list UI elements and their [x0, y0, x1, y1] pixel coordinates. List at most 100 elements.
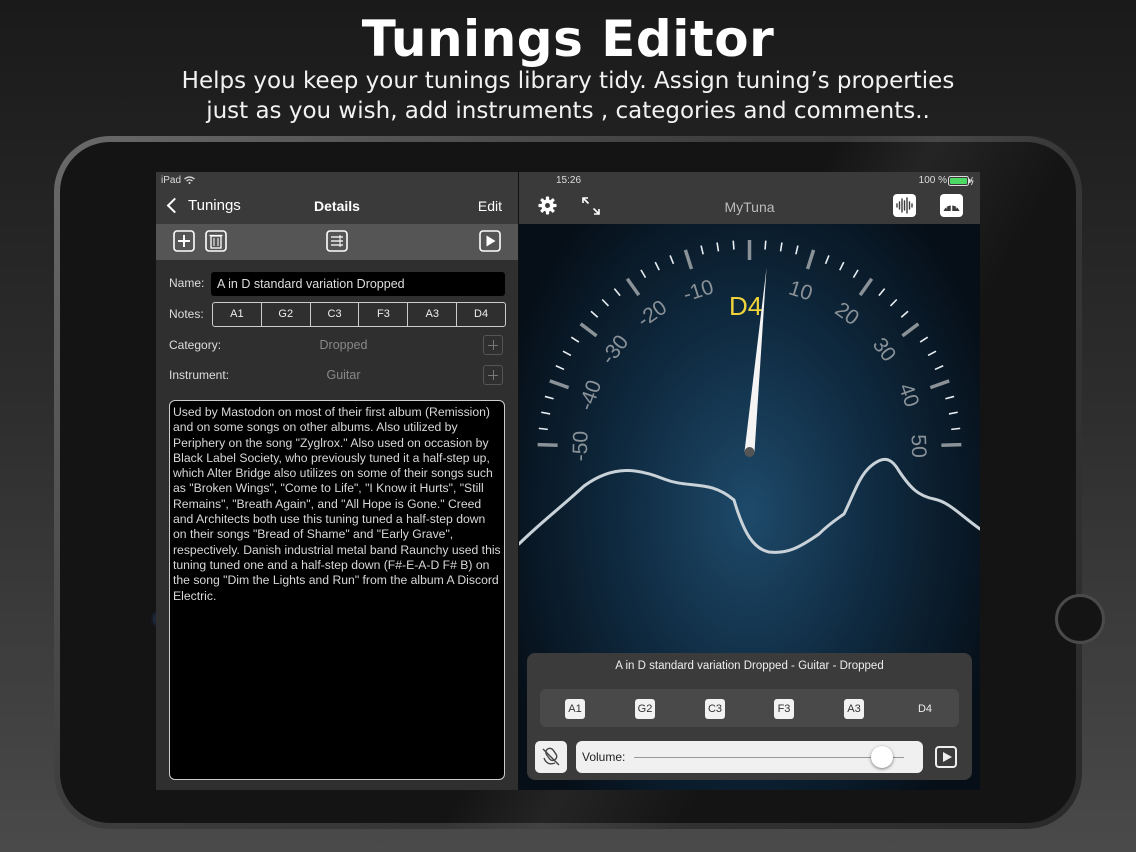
- minor-tick: [919, 336, 929, 343]
- play-tone-icon[interactable]: [935, 746, 957, 768]
- note-button-c3[interactable]: C3: [705, 699, 725, 719]
- minor-tick: [669, 255, 675, 265]
- minor-tick: [555, 365, 565, 371]
- minor-tick: [900, 310, 909, 318]
- promo-subtitle-line-2: just as you wish, add instruments , cate…: [206, 98, 930, 124]
- scale-label: -30: [597, 331, 634, 369]
- minor-tick: [562, 350, 572, 357]
- notes-label: Notes:: [169, 307, 204, 321]
- instrument-value[interactable]: Guitar: [276, 368, 411, 382]
- microphone-icon[interactable]: [535, 741, 567, 773]
- note-segment-c3[interactable]: C3: [311, 303, 360, 326]
- note-button-a3[interactable]: A3: [844, 699, 864, 719]
- minor-tick: [795, 245, 799, 255]
- category-value[interactable]: Dropped: [276, 338, 411, 352]
- details-toolbar: [156, 224, 518, 260]
- trash-icon[interactable]: [205, 230, 227, 252]
- page-title: Details: [314, 198, 360, 214]
- minor-tick: [927, 350, 937, 357]
- instrument-label: Instrument:: [169, 368, 230, 382]
- battery-percentage: 100 %: [918, 175, 947, 186]
- tuning-details-pane: iPad Tunings Details Edit Name: A in D s…: [156, 172, 518, 790]
- major-tick: [579, 322, 598, 338]
- name-label: Name:: [169, 276, 205, 290]
- note-segment-a3[interactable]: A3: [408, 303, 458, 326]
- instrument-row: Instrument: Guitar: [156, 362, 518, 388]
- add-icon[interactable]: [173, 230, 195, 252]
- major-tick: [549, 379, 570, 390]
- add-instrument-icon[interactable]: [483, 365, 503, 385]
- status-bar-right: 15:26 100 %: [519, 172, 980, 190]
- note-button-g2[interactable]: G2: [635, 699, 655, 719]
- scale-label: 40: [894, 380, 924, 410]
- major-tick: [929, 379, 950, 390]
- status-time: 15:26: [556, 175, 582, 186]
- volume-slider-knob[interactable]: [871, 746, 894, 768]
- edit-button[interactable]: Edit: [478, 198, 502, 214]
- major-tick: [805, 249, 816, 270]
- note-segment-d4[interactable]: D4: [457, 303, 505, 326]
- device-label: iPad: [161, 175, 182, 186]
- name-field[interactable]: A in D standard variation Dropped: [211, 272, 505, 296]
- right-navigation-bar: MyTuna: [519, 190, 980, 224]
- minor-tick: [613, 288, 621, 297]
- tuner-gauge: -10-20-30-40-501020304050: [519, 240, 980, 554]
- note-segment-f3[interactable]: F3: [359, 303, 409, 326]
- minor-tick: [945, 395, 955, 400]
- tuning-notes-bar: A1 G2 C3 F3 A3 D4: [540, 689, 959, 727]
- note-segment-g2[interactable]: G2: [262, 303, 311, 326]
- minor-tick: [716, 242, 720, 252]
- status-bar-left: iPad: [156, 172, 518, 190]
- minor-tick: [779, 242, 783, 252]
- minor-tick: [824, 255, 830, 265]
- note-button-a1[interactable]: A1: [565, 699, 585, 719]
- needle-pivot: [744, 447, 755, 457]
- scale-label: 10: [786, 276, 815, 305]
- scale-label: 30: [868, 334, 900, 367]
- minor-tick: [878, 288, 886, 297]
- promo-subtitle: Helps you keep your tunings library tidy…: [0, 66, 1136, 126]
- notes-segmented-control: A1 G2 C3 F3 A3 D4: [212, 302, 506, 327]
- promo-subtitle-line-1: Helps you keep your tunings library tidy…: [181, 68, 955, 94]
- scale-label: -20: [633, 296, 671, 332]
- left-navigation-bar: Tunings Details Edit: [156, 190, 518, 224]
- minor-tick: [951, 427, 961, 431]
- minor-tick: [538, 427, 548, 431]
- gauge-icon[interactable]: [940, 194, 963, 217]
- minor-tick: [601, 298, 610, 307]
- comments-textarea[interactable]: Used by Mastodon on most of their first …: [169, 400, 505, 780]
- note-segment-a1[interactable]: A1: [213, 303, 262, 326]
- home-button[interactable]: [1055, 594, 1105, 644]
- major-tick: [625, 277, 641, 297]
- list-sort-icon[interactable]: [326, 230, 348, 252]
- minor-tick: [764, 240, 767, 250]
- detected-note: D4: [729, 291, 763, 321]
- minor-tick: [948, 411, 958, 415]
- scale-label: 20: [831, 298, 863, 330]
- category-row: Category: Dropped: [156, 332, 518, 358]
- note-button-f3[interactable]: F3: [774, 699, 794, 719]
- minor-tick: [732, 240, 735, 250]
- scale-label: -50: [569, 431, 593, 462]
- ipad-screen: iPad Tunings Details Edit Name: A in D s…: [156, 172, 980, 790]
- play-icon[interactable]: [479, 230, 501, 252]
- scale-label: 50: [906, 434, 930, 458]
- major-tick: [941, 442, 962, 448]
- minor-tick: [541, 411, 551, 415]
- volume-slider-track[interactable]: [634, 757, 904, 758]
- add-category-icon[interactable]: [483, 335, 503, 355]
- major-tick: [683, 249, 694, 270]
- minor-tick: [700, 245, 704, 255]
- minor-tick: [570, 336, 580, 343]
- volume-control: Volume:: [576, 741, 923, 773]
- category-label: Category:: [169, 338, 222, 352]
- tuning-panel-title: A in D standard variation Dropped - Guit…: [615, 660, 884, 672]
- tuning-panel: A in D standard variation Dropped - Guit…: [527, 653, 972, 780]
- minor-tick: [852, 269, 859, 279]
- minor-tick: [590, 310, 599, 318]
- waveform-icon[interactable]: [893, 194, 916, 217]
- major-tick: [537, 442, 558, 448]
- note-button-d4[interactable]: D4: [910, 699, 940, 719]
- minor-tick: [654, 261, 660, 271]
- minor-tick: [934, 365, 944, 371]
